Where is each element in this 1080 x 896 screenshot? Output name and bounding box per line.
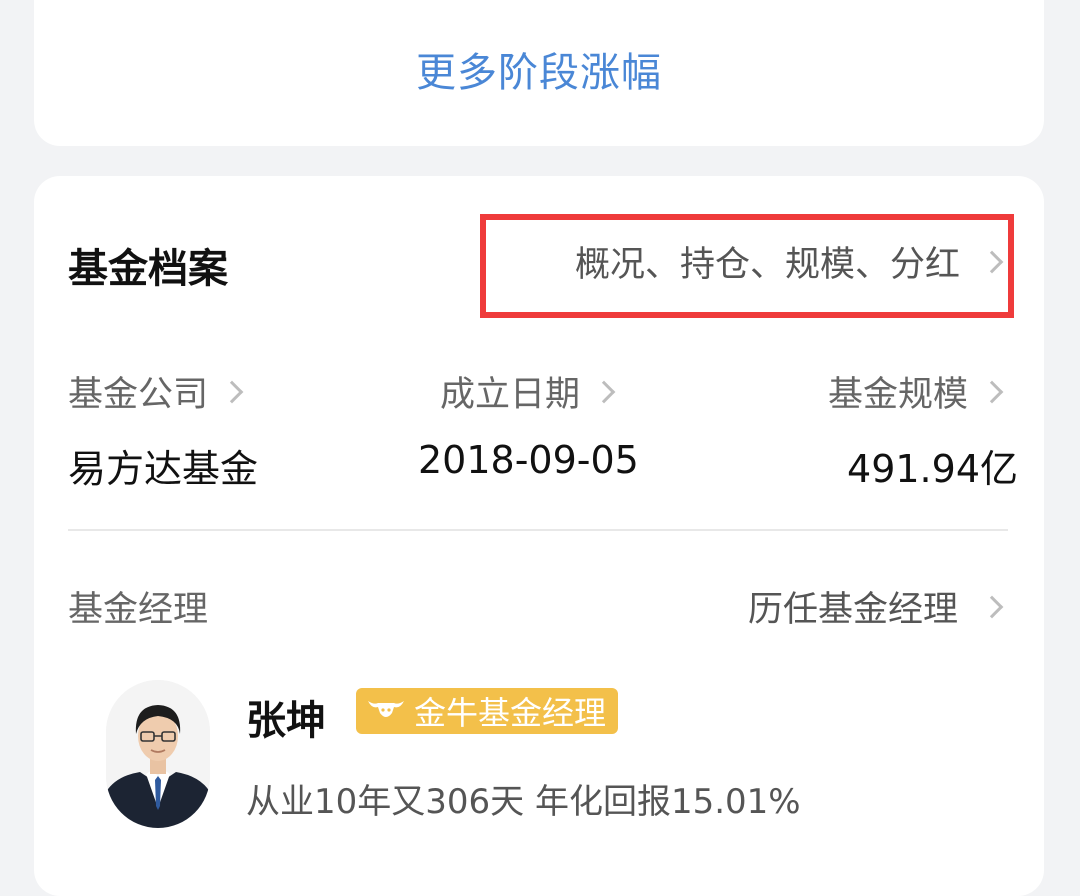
fund-company-value: 易方达基金	[68, 447, 259, 491]
golden-bull-badge: 金牛基金经理	[356, 688, 619, 734]
stage-returns-card: 更多阶段涨幅	[34, 0, 1044, 146]
fund-manager-label: 基金经理	[68, 590, 209, 630]
fund-company-label-link[interactable]: 基金公司	[68, 366, 246, 417]
fund-profile-title: 基金档案	[68, 246, 228, 292]
manager-avatar[interactable]	[106, 680, 210, 828]
badge-label: 金牛基金经理	[414, 694, 607, 732]
manager-history-link-label: 历任基金经理	[747, 590, 958, 630]
manager-stats: 从业10年又306天 年化回报15.01%	[246, 782, 801, 822]
fund-size-value: 491.94亿	[847, 447, 1018, 491]
fund-company-label: 基金公司	[68, 375, 209, 415]
more-stage-returns-link[interactable]: 更多阶段涨幅	[34, 40, 1044, 98]
fund-size-label-link[interactable]: 基金规模	[828, 366, 1006, 417]
avatar-photo	[106, 680, 210, 828]
chevron-right-icon	[592, 380, 616, 403]
fund-profile-card: 基金档案 概况、持仓、规模、分红 基金公司 成立日期 基金规模 易方达基金 20…	[34, 176, 1044, 896]
bull-icon	[368, 701, 404, 717]
chevron-right-icon	[980, 380, 1004, 403]
divider	[68, 529, 1008, 531]
chevron-right-icon	[220, 380, 244, 403]
fund-size-label: 基金规模	[827, 375, 968, 415]
manager-name[interactable]: 张坤	[246, 688, 326, 746]
inception-date-value: 2018-09-05	[418, 438, 639, 482]
chevron-right-icon	[980, 595, 1004, 618]
manager-history-link[interactable]: 历任基金经理	[748, 581, 1006, 632]
highlight-annotation-box	[480, 214, 1014, 318]
inception-date-label-link[interactable]: 成立日期	[440, 366, 618, 417]
inception-date-label: 成立日期	[440, 375, 581, 415]
